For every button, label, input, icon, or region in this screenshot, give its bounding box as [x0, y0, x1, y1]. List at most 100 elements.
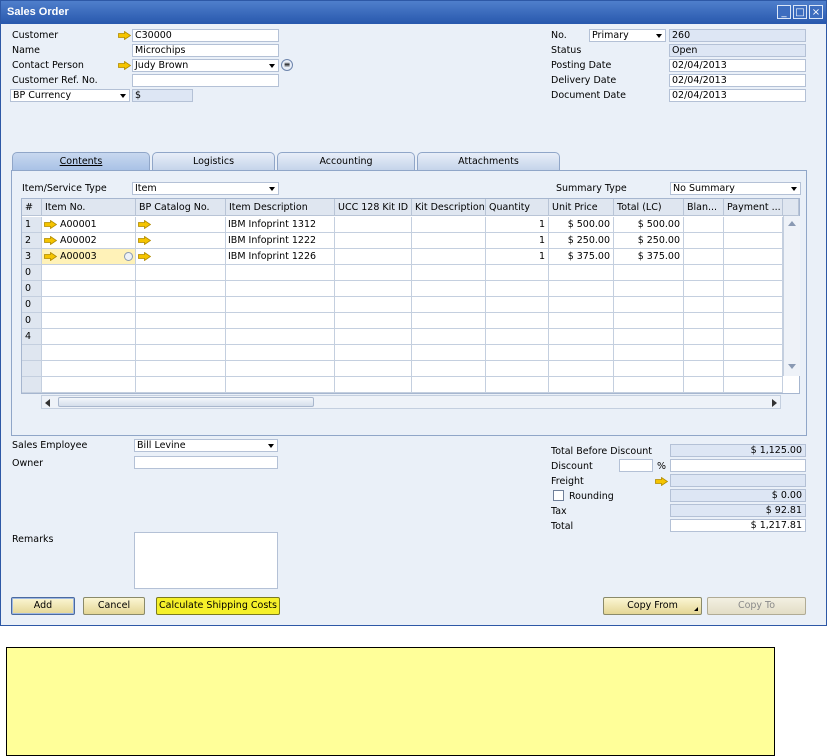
maximize-icon[interactable]: □ — [793, 5, 807, 19]
cell-pay[interactable] — [724, 265, 783, 281]
cell-kit[interactable] — [412, 249, 486, 265]
cell-blan[interactable] — [684, 297, 724, 313]
column-header-bp-catalog[interactable]: BP Catalog No. — [136, 199, 226, 216]
cell-qty[interactable] — [486, 281, 549, 297]
cell-qty[interactable] — [486, 313, 549, 329]
column-header-payment[interactable]: Payment ... — [724, 199, 783, 216]
cell-blan[interactable] — [684, 233, 724, 249]
cell-qty[interactable]: 1 — [486, 233, 549, 249]
cell-blan[interactable] — [684, 329, 724, 345]
delivery-date-field[interactable]: 02/04/2013 — [669, 74, 806, 87]
cell-item[interactable]: A00002 — [42, 233, 136, 249]
vertical-scrollbar[interactable] — [783, 216, 800, 376]
calculate-shipping-button[interactable]: Calculate Shipping Costs — [156, 597, 280, 615]
rounding-checkbox[interactable] — [553, 490, 564, 501]
cell-price[interactable]: $ 500.00 — [549, 217, 614, 233]
cell-kit[interactable] — [412, 233, 486, 249]
cell-blan[interactable] — [684, 249, 724, 265]
cell-pay[interactable] — [724, 233, 783, 249]
column-header-unit-price[interactable]: Unit Price — [549, 199, 614, 216]
minimize-icon[interactable]: _ — [777, 5, 791, 19]
contact-link-arrow-icon[interactable] — [118, 61, 131, 70]
cell-pay[interactable] — [724, 297, 783, 313]
cell-ucc[interactable] — [335, 265, 412, 281]
cell-price[interactable] — [549, 265, 614, 281]
cell-kit[interactable] — [412, 313, 486, 329]
cell-price[interactable] — [549, 297, 614, 313]
cell-desc[interactable] — [226, 297, 335, 313]
cell-qty[interactable] — [486, 297, 549, 313]
cell-desc[interactable] — [226, 329, 335, 345]
cell-item[interactable]: A00003 — [42, 249, 136, 265]
discount-amount-field[interactable] — [670, 459, 806, 472]
cell-kit[interactable] — [412, 329, 486, 345]
cell-blan[interactable] — [684, 265, 724, 281]
cell-ucc[interactable] — [335, 281, 412, 297]
scroll-thumb[interactable] — [58, 397, 314, 407]
cell-item[interactable] — [42, 377, 136, 393]
cell-qty[interactable]: 1 — [486, 217, 549, 233]
cell-kit[interactable] — [412, 265, 486, 281]
cell-price[interactable] — [549, 281, 614, 297]
cell-qty[interactable] — [486, 329, 549, 345]
cell-total[interactable] — [614, 377, 684, 393]
cell-desc[interactable]: IBM Infoprint 1312 — [226, 217, 335, 233]
series-select[interactable]: Primary — [589, 29, 666, 42]
cell-item[interactable] — [42, 345, 136, 361]
cell-ucc[interactable] — [335, 361, 412, 377]
cell-item[interactable] — [42, 265, 136, 281]
cell-ucc[interactable] — [335, 377, 412, 393]
tab-contents[interactable]: Contents — [12, 152, 150, 170]
catalog-link-arrow-icon[interactable] — [138, 252, 151, 261]
catalog-link-arrow-icon[interactable] — [138, 220, 151, 229]
cell-price[interactable]: $ 375.00 — [549, 249, 614, 265]
cell-ucc[interactable] — [335, 297, 412, 313]
cell-qty[interactable] — [486, 265, 549, 281]
cell-item[interactable]: A00001 — [42, 217, 136, 233]
document-date-field[interactable]: 02/04/2013 — [669, 89, 806, 102]
cell-ucc[interactable] — [335, 329, 412, 345]
cell-item[interactable] — [42, 297, 136, 313]
remarks-textarea[interactable] — [134, 532, 278, 589]
cell-price[interactable] — [549, 377, 614, 393]
horizontal-scrollbar[interactable] — [41, 395, 781, 409]
cell-desc[interactable] — [226, 377, 335, 393]
cell-qty[interactable] — [486, 361, 549, 377]
cell-item[interactable] — [42, 361, 136, 377]
column-header-kit-description[interactable]: Kit Description — [412, 199, 486, 216]
item-link-arrow-icon[interactable] — [44, 252, 57, 261]
cell-qty[interactable]: 1 — [486, 249, 549, 265]
cell-pay[interactable] — [724, 281, 783, 297]
cell-ucc[interactable] — [335, 233, 412, 249]
catalog-link-arrow-icon[interactable] — [138, 236, 151, 245]
cell-price[interactable] — [549, 345, 614, 361]
cell-qty[interactable] — [486, 377, 549, 393]
cell-ucc[interactable] — [335, 313, 412, 329]
tab-logistics[interactable]: Logistics — [152, 152, 275, 170]
item-link-arrow-icon[interactable] — [44, 236, 57, 245]
cell-qty[interactable] — [486, 345, 549, 361]
add-button[interactable]: Add — [11, 597, 75, 615]
cell-total[interactable]: $ 375.00 — [614, 249, 684, 265]
cell-pay[interactable] — [724, 361, 783, 377]
cell-blan[interactable] — [684, 281, 724, 297]
cell-pay[interactable] — [724, 345, 783, 361]
cell-kit[interactable] — [412, 217, 486, 233]
posting-date-field[interactable]: 02/04/2013 — [669, 59, 806, 72]
cell-desc[interactable] — [226, 361, 335, 377]
column-header-blanket[interactable]: Blan... — [684, 199, 724, 216]
copy-from-button[interactable]: Copy From — [603, 597, 702, 615]
cell-desc[interactable] — [226, 281, 335, 297]
scroll-left-icon[interactable] — [45, 399, 50, 407]
cell-total[interactable] — [614, 361, 684, 377]
column-header-item-description[interactable]: Item Description — [226, 199, 335, 216]
cell-cat[interactable] — [136, 249, 226, 265]
cell-pay[interactable] — [724, 329, 783, 345]
cell-desc[interactable] — [226, 313, 335, 329]
cell-cat[interactable] — [136, 297, 226, 313]
column-header-ucc-kit-id[interactable]: UCC 128 Kit ID — [335, 199, 412, 216]
cell-desc[interactable] — [226, 345, 335, 361]
owner-field[interactable] — [134, 456, 278, 469]
cell-total[interactable] — [614, 265, 684, 281]
sales-employee-select[interactable]: Bill Levine — [134, 439, 278, 452]
